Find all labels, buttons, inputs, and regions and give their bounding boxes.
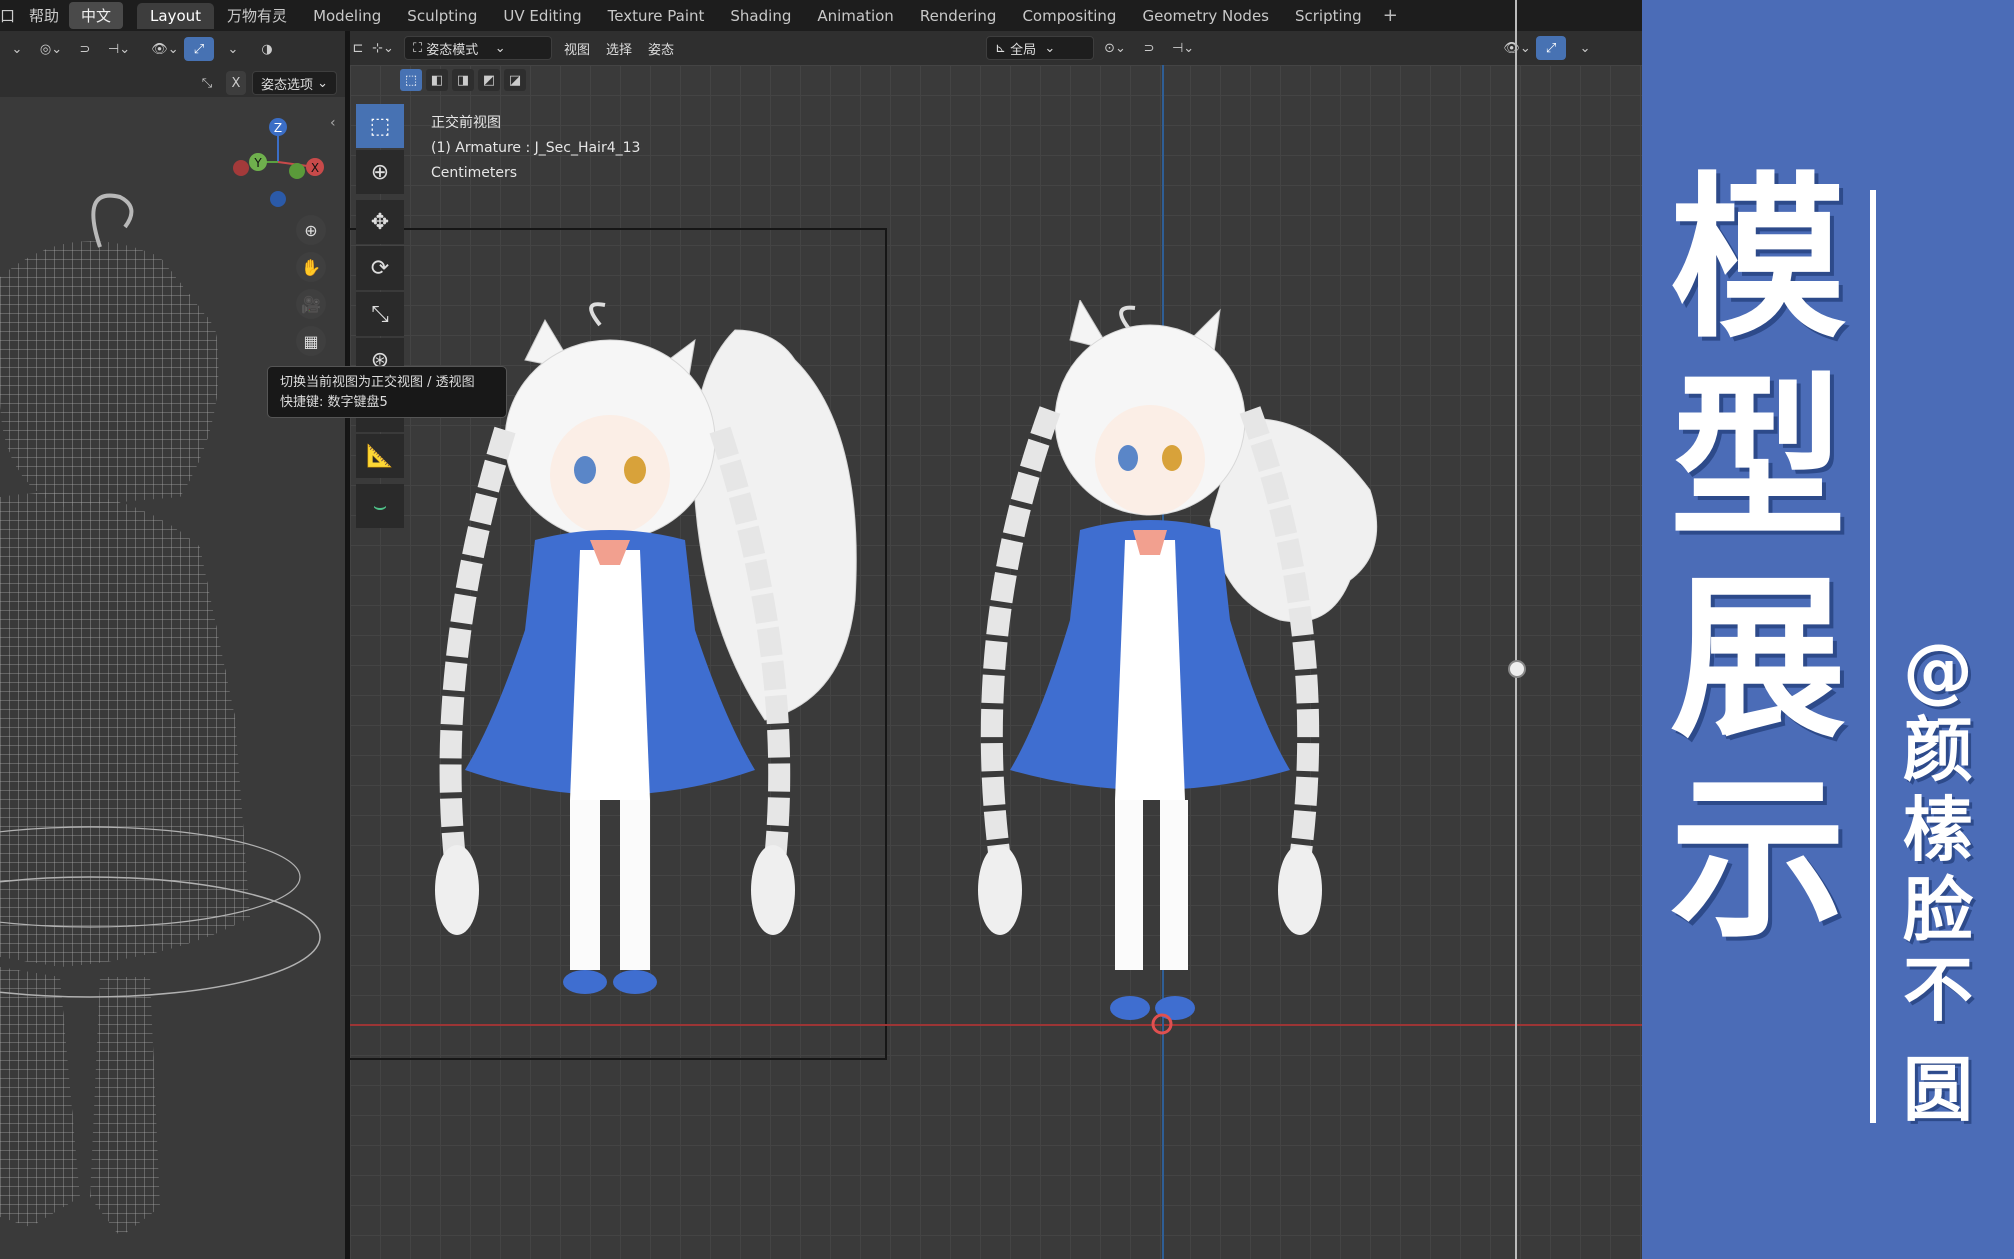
tab-modeling[interactable]: Modeling: [300, 3, 394, 29]
snap-icon[interactable]: ⊃: [70, 37, 100, 61]
partial-icon[interactable]: ⊏: [352, 36, 364, 60]
left-viewport-header: ⌄ ◎⌄ ⊃ ⊣⌄ 👁⌄ ⤢ ⌄ ◑ ⤡ X 姿态选项 ⌄: [0, 31, 345, 97]
tooltip-line-2: 快捷键: 数字键盘5: [280, 395, 388, 410]
language-button[interactable]: 中文: [69, 2, 124, 29]
menu-select[interactable]: 选择: [598, 39, 640, 58]
tab-uv-editing[interactable]: UV Editing: [490, 3, 594, 29]
select-box-tool-icon[interactable]: ⬚: [356, 104, 404, 148]
pose-options-dropdown[interactable]: 姿态选项 ⌄: [252, 71, 338, 95]
view-dropdown-icon[interactable]: ⌄: [2, 37, 32, 61]
ortho-grid-icon[interactable]: ▦: [296, 326, 326, 356]
units-text: Centimeters: [431, 165, 518, 181]
tab-layout[interactable]: Layout: [137, 2, 215, 29]
mode-dropdown[interactable]: ⛶ 姿态模式 ⌄: [404, 36, 552, 60]
visibility-icon[interactable]: 👁⌄: [150, 37, 180, 61]
banner-title-char-2: 型: [1669, 357, 1846, 562]
move-tool-icon[interactable]: ✥: [356, 200, 404, 244]
right-gizmo-dropdown-icon[interactable]: ⌄: [1570, 36, 1600, 60]
camera-icon[interactable]: 🎥: [296, 289, 326, 319]
banner-author-char-4: 脸: [1903, 869, 1973, 951]
orientation-dropdown[interactable]: ⊾ 全局 ⌄: [986, 36, 1095, 60]
pan-hand-icon[interactable]: ✋: [296, 252, 326, 282]
tab-shading[interactable]: Shading: [717, 3, 804, 29]
tab-wanwu[interactable]: 万物有灵: [214, 1, 300, 30]
tooltip-line-1: 切换当前视图为正交视图 / 透视图: [280, 375, 475, 390]
tab-compositing[interactable]: Compositing: [1009, 3, 1129, 29]
snap-target-icon[interactable]: ⊣⌄: [1168, 36, 1198, 60]
banner-author-char-5: 不: [1903, 949, 1973, 1031]
gizmo-toggle-icon[interactable]: ⤢: [184, 37, 214, 61]
x-mirror-button[interactable]: X: [226, 71, 246, 95]
banner-author-char-2: 颜: [1903, 709, 1973, 791]
area-border-line: [1515, 0, 1517, 1259]
overlay-dropdown-icon[interactable]: ⌄: [218, 37, 248, 61]
ortho-toggle-tooltip: 切换当前视图为正交视图 / 透视图 快捷键: 数字键盘5: [267, 366, 507, 418]
viewport-info-overlay: 正交前视图 (1) Armature : J_Sec_Hair4_13 Cent…: [431, 111, 640, 186]
snap-toggle-icon[interactable]: ⊃: [1134, 36, 1164, 60]
tab-texture-paint[interactable]: Texture Paint: [595, 3, 718, 29]
character-render-right: [978, 300, 1378, 1035]
wireframe-model: [0, 193, 321, 1237]
tab-geometry-nodes[interactable]: Geometry Nodes: [1129, 3, 1282, 29]
tab-scripting[interactable]: Scripting: [1282, 3, 1375, 29]
banner-author-char-1: @: [1903, 629, 1973, 711]
pivot-point-icon[interactable]: ⊙⌄: [1100, 36, 1130, 60]
banner-title-char-1: 模: [1669, 157, 1846, 362]
collapse-arrow-icon[interactable]: ‹: [330, 115, 336, 131]
menu-pose[interactable]: 姿态: [640, 39, 682, 58]
cursor-tool-icon[interactable]: ⊕: [356, 150, 404, 194]
right-visibility-icon[interactable]: 👁⌄: [1502, 36, 1532, 60]
menu-partial[interactable]: 口: [0, 5, 19, 26]
active-object-text: (1) Armature : J_Sec_Hair4_13: [431, 140, 641, 156]
view-name-text: 正交前视图: [431, 115, 501, 131]
select-invert-icon[interactable]: ◩: [478, 69, 500, 91]
select-subtract-icon[interactable]: ◨: [452, 69, 474, 91]
mirror-icon[interactable]: ⤡: [192, 71, 222, 95]
gizmo-x-label: X: [311, 161, 319, 175]
select-extend-icon[interactable]: ◧: [426, 69, 448, 91]
select-new-icon[interactable]: ⬚: [400, 69, 422, 91]
pivot-icon[interactable]: ◎⌄: [36, 37, 66, 61]
banner-title-char-4: 示: [1669, 757, 1846, 962]
add-workspace-button[interactable]: +: [1375, 5, 1406, 26]
top-menu-bar: 口 帮助 中文 Layout 万物有灵 Modeling Sculpting U…: [0, 0, 1642, 31]
area-resize-handle[interactable]: [1508, 660, 1526, 678]
select-intersect-icon[interactable]: ◪: [504, 69, 526, 91]
banner-title-char-3: 展: [1669, 557, 1846, 762]
selection-mode-bar: ⬚ ◧ ◨ ◩ ◪: [400, 69, 526, 91]
left-wireframe-viewport[interactable]: Z Y X ⊕ ✋ 🎥 ▦ ‹: [0, 97, 345, 1259]
banner-author-char-6: 圆: [1903, 1049, 1973, 1131]
zoom-icon[interactable]: ⊕: [296, 215, 326, 245]
menu-view[interactable]: 视图: [556, 39, 598, 58]
banner-author-char-3: 榡: [1903, 789, 1973, 871]
menu-help[interactable]: 帮助: [19, 5, 69, 26]
tab-rendering[interactable]: Rendering: [907, 3, 1010, 29]
proportional-icon[interactable]: ⊣⌄: [104, 37, 134, 61]
overlay-icon[interactable]: ◑: [252, 37, 282, 61]
right-gizmo-icon[interactable]: ⤢: [1536, 36, 1567, 60]
editor-type-icon[interactable]: ⊹⌄: [368, 36, 398, 60]
banner-divider: [1870, 190, 1876, 1123]
3d-cursor-icon: [1151, 1013, 1173, 1035]
tab-sculpting[interactable]: Sculpting: [394, 3, 490, 29]
tab-animation[interactable]: Animation: [804, 3, 906, 29]
gizmo-z-label: Z: [274, 121, 282, 135]
gizmo-y-label: Y: [253, 156, 262, 170]
viewport-header: ⊏ ⊹⌄ ⛶ 姿态模式 ⌄ 视图 选择 姿态 ⊾ 全局 ⌄ ⊙⌄ ⊃ ⊣⌄ 👁⌄…: [350, 31, 1642, 65]
rotate-tool-icon[interactable]: ⟳: [356, 246, 404, 290]
navigation-gizmo[interactable]: Z Y X: [225, 107, 325, 207]
